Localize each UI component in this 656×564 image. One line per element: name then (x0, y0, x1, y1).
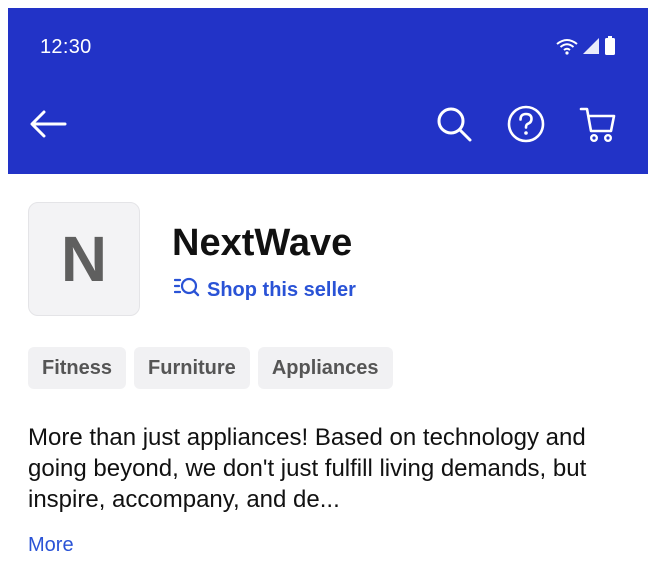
seller-description: More than just appliances! Based on tech… (28, 424, 587, 513)
tag-furniture[interactable]: Furniture (134, 347, 250, 389)
tag-appliances[interactable]: Appliances (257, 347, 393, 389)
status-time: 12:30 (40, 36, 92, 58)
wifi-icon (556, 37, 578, 60)
seller-name: NextWave (172, 222, 353, 264)
shop-this-seller-link[interactable]: Shop this seller (173, 276, 356, 304)
avatar-letter: N (60, 223, 108, 295)
cart-button[interactable] (576, 104, 620, 148)
search-list-icon (173, 276, 200, 304)
status-icons (556, 35, 616, 61)
shop-link-label: Shop this seller (207, 278, 356, 301)
seller-avatar: N (28, 202, 140, 316)
arrow-left-icon (28, 108, 68, 145)
more-link[interactable]: More (28, 534, 74, 557)
help-icon (506, 104, 546, 149)
signal-icon (582, 37, 600, 60)
help-button[interactable] (504, 104, 548, 148)
app-bar: 12:30 (8, 8, 648, 174)
cart-icon (578, 104, 618, 149)
battery-icon (604, 35, 616, 61)
tag-fitness[interactable]: Fitness (28, 347, 127, 389)
back-button[interactable] (28, 106, 68, 146)
search-button[interactable] (432, 104, 476, 148)
category-tags: Fitness Furniture Appliances (28, 347, 393, 389)
search-icon (435, 105, 473, 148)
